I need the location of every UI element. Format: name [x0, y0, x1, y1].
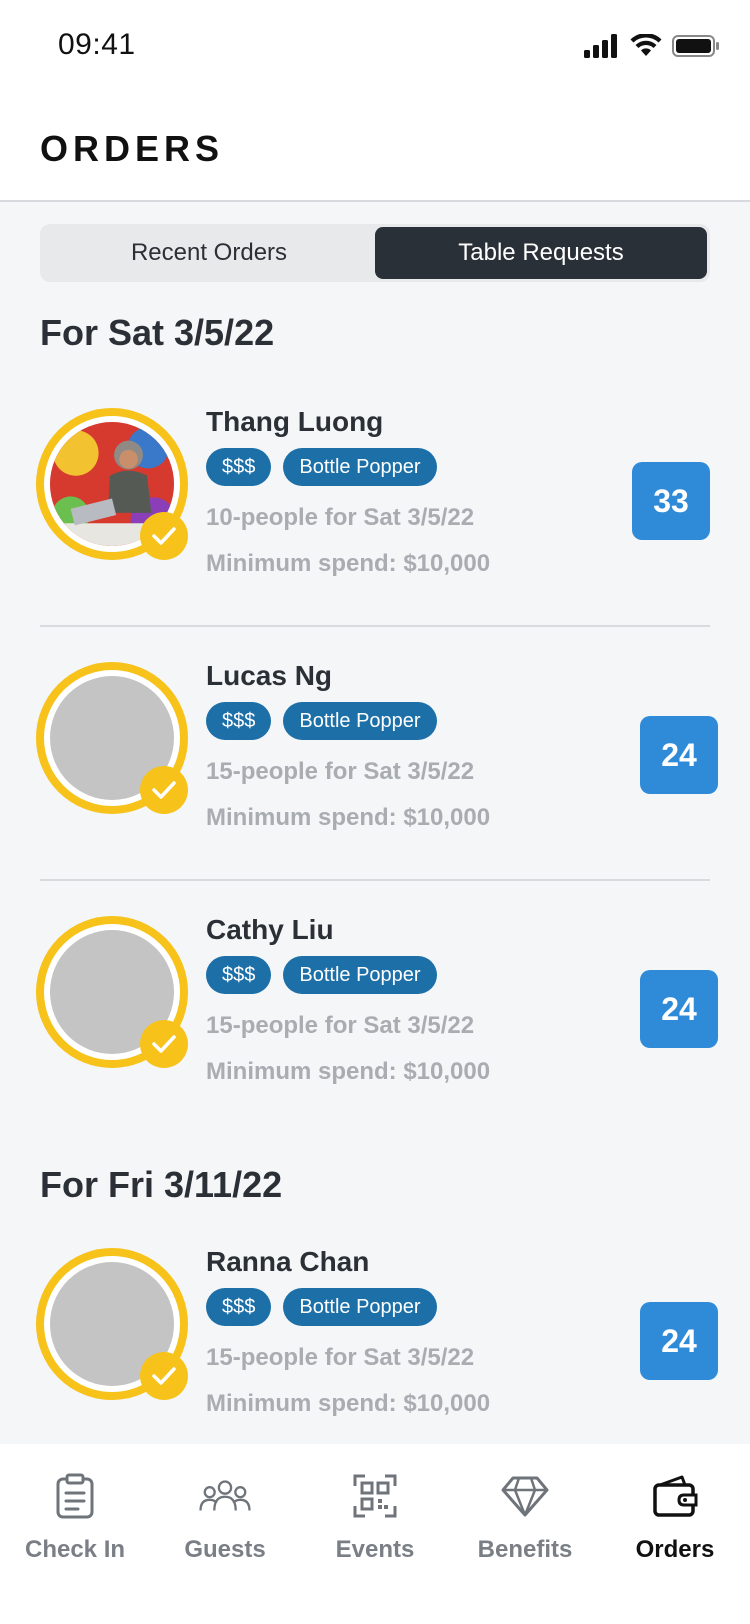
people-icon [199, 1470, 251, 1522]
tab-check-in[interactable]: Check In [0, 1444, 150, 1624]
status-bar: 09:41 [0, 0, 750, 90]
tab-label: Check In [24, 1536, 126, 1563]
tier-tag: Bottle Popper [283, 956, 437, 994]
count-badge: 24 [640, 970, 718, 1048]
order-row[interactable]: Thang Luong $$$ Bottle Popper 10-people … [0, 390, 750, 610]
page-title: ORDERS [40, 128, 225, 169]
minimum-spend-text: Minimum spend: $10,000 [206, 1390, 491, 1417]
price-tag: $$$ [206, 1288, 272, 1326]
order-row[interactable]: Ranna Chan $$$ Bottle Popper 15-people f… [0, 1230, 750, 1450]
minimum-spend-text: Minimum spend: $10,000 [206, 804, 491, 831]
price-tag: $$$ [206, 702, 272, 740]
tab-guests[interactable]: Guests [150, 1444, 300, 1624]
check-badge [140, 766, 188, 814]
minimum-spend-text: Minimum spend: $10,000 [206, 550, 491, 577]
tab-recent-orders[interactable]: Recent Orders [43, 227, 375, 279]
bottom-tab-bar: Check In Guests Events Benefits Orders [0, 1444, 750, 1624]
price-tag: $$$ [206, 448, 272, 486]
app-header: ORDERS [0, 90, 750, 202]
tag-list: $$$ Bottle Popper [206, 1288, 437, 1326]
check-icon [152, 1035, 176, 1053]
diamond-icon [499, 1470, 551, 1522]
party-size-text: 10-people for Sat 3/5/22 [206, 504, 475, 531]
tag-list: $$$ Bottle Popper [206, 956, 437, 994]
tier-tag: Bottle Popper [283, 702, 437, 740]
tab-label: Orders [635, 1536, 715, 1563]
divider [40, 625, 710, 627]
guest-name: Thang Luong [206, 406, 384, 437]
clipboard-icon [49, 1470, 101, 1522]
tab-label: Guests [184, 1536, 266, 1563]
qr-code-icon [349, 1470, 401, 1522]
status-time: 09:41 [58, 28, 136, 61]
price-tag: $$$ [206, 956, 272, 994]
party-size-text: 15-people for Sat 3/5/22 [206, 1012, 475, 1039]
check-icon [152, 781, 176, 799]
avatar-ring [36, 1248, 188, 1400]
party-size-text: 15-people for Sat 3/5/22 [206, 758, 475, 785]
guest-name: Ranna Chan [206, 1246, 370, 1277]
order-row[interactable]: Cathy Liu $$$ Bottle Popper 15-people fo… [0, 898, 750, 1118]
check-badge [140, 512, 188, 560]
wifi-icon [630, 34, 662, 56]
avatar-ring [36, 408, 188, 560]
section-title: For Fri 3/11/22 [40, 1164, 283, 1205]
minimum-spend-text: Minimum spend: $10,000 [206, 1058, 491, 1085]
tab-orders[interactable]: Orders [600, 1444, 750, 1624]
tab-events[interactable]: Events [300, 1444, 450, 1624]
count-badge: 33 [632, 462, 710, 540]
tab-label: Events [335, 1536, 415, 1563]
divider [40, 879, 710, 881]
tab-label: Benefits [477, 1536, 573, 1563]
tag-list: $$$ Bottle Popper [206, 702, 437, 740]
avatar-ring [36, 662, 188, 814]
count-badge: 24 [640, 716, 718, 794]
guest-name: Lucas Ng [206, 660, 333, 691]
guest-name: Cathy Liu [206, 914, 334, 945]
check-badge [140, 1352, 188, 1400]
avatar-ring [36, 916, 188, 1068]
count-badge: 24 [640, 1302, 718, 1380]
tab-benefits[interactable]: Benefits [450, 1444, 600, 1624]
tab-table-requests[interactable]: Table Requests [375, 227, 707, 279]
tier-tag: Bottle Popper [283, 1288, 437, 1326]
battery-icon [672, 35, 719, 57]
cellular-signal-icon [584, 34, 617, 58]
tier-tag: Bottle Popper [283, 448, 437, 486]
order-row[interactable]: Lucas Ng $$$ Bottle Popper 15-people for… [0, 644, 750, 864]
check-badge [140, 1020, 188, 1068]
party-size-text: 15-people for Sat 3/5/22 [206, 1344, 475, 1371]
orders-segmented-control: Recent Orders Table Requests [40, 224, 710, 282]
wallet-icon [649, 1470, 701, 1522]
section-title: For Sat 3/5/22 [40, 312, 275, 353]
check-icon [152, 1367, 176, 1385]
check-icon [152, 527, 176, 545]
tag-list: $$$ Bottle Popper [206, 448, 437, 486]
status-icons [584, 32, 720, 60]
